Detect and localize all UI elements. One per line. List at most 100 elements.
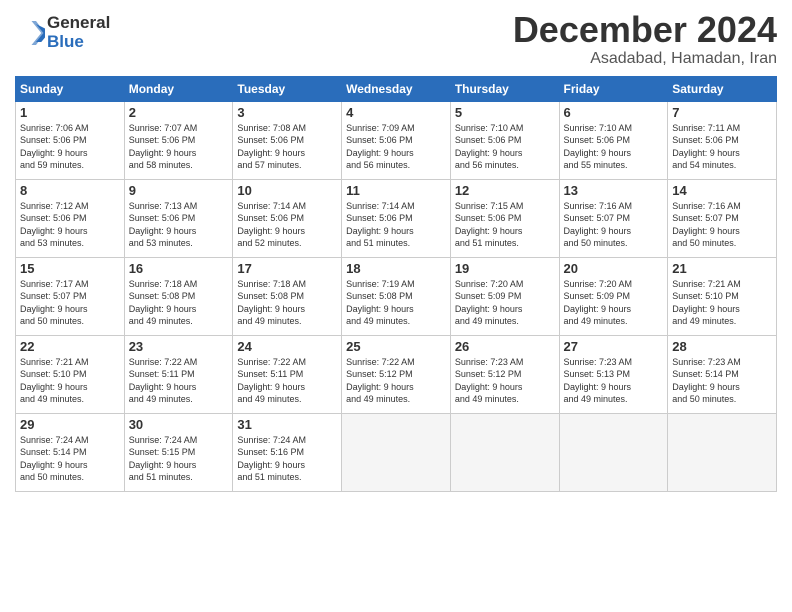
col-tuesday: Tuesday [233,76,342,101]
day-info: Sunrise: 7:24 AM Sunset: 5:14 PM Dayligh… [20,434,120,484]
calendar-cell: 30 Sunrise: 7:24 AM Sunset: 5:15 PM Dayl… [124,413,233,491]
calendar-table: Sunday Monday Tuesday Wednesday Thursday… [15,76,777,492]
calendar-cell: 27 Sunrise: 7:23 AM Sunset: 5:13 PM Dayl… [559,335,668,413]
location: Asadabad, Hamadan, Iran [513,50,777,68]
col-friday: Friday [559,76,668,101]
day-info: Sunrise: 7:16 AM Sunset: 5:07 PM Dayligh… [672,200,772,250]
day-number: 16 [129,261,229,276]
day-info: Sunrise: 7:14 AM Sunset: 5:06 PM Dayligh… [346,200,446,250]
day-info: Sunrise: 7:22 AM Sunset: 5:12 PM Dayligh… [346,356,446,406]
day-number: 6 [564,105,664,120]
day-info: Sunrise: 7:20 AM Sunset: 5:09 PM Dayligh… [564,278,664,328]
day-number: 17 [237,261,337,276]
day-info: Sunrise: 7:22 AM Sunset: 5:11 PM Dayligh… [129,356,229,406]
calendar-cell: 24 Sunrise: 7:22 AM Sunset: 5:11 PM Dayl… [233,335,342,413]
calendar-cell: 20 Sunrise: 7:20 AM Sunset: 5:09 PM Dayl… [559,257,668,335]
day-info: Sunrise: 7:10 AM Sunset: 5:06 PM Dayligh… [564,122,664,172]
month-year: December 2024 [513,10,777,50]
calendar-cell: 23 Sunrise: 7:22 AM Sunset: 5:11 PM Dayl… [124,335,233,413]
calendar-cell: 14 Sunrise: 7:16 AM Sunset: 5:07 PM Dayl… [668,179,777,257]
logo-text-line2: Blue [47,33,110,52]
day-info: Sunrise: 7:16 AM Sunset: 5:07 PM Dayligh… [564,200,664,250]
day-info: Sunrise: 7:23 AM Sunset: 5:12 PM Dayligh… [455,356,555,406]
calendar-cell: 4 Sunrise: 7:09 AM Sunset: 5:06 PM Dayli… [342,101,451,179]
day-number: 24 [237,339,337,354]
calendar-cell: 5 Sunrise: 7:10 AM Sunset: 5:06 PM Dayli… [450,101,559,179]
day-number: 14 [672,183,772,198]
col-thursday: Thursday [450,76,559,101]
day-number: 21 [672,261,772,276]
day-number: 31 [237,417,337,432]
calendar-cell: 19 Sunrise: 7:20 AM Sunset: 5:09 PM Dayl… [450,257,559,335]
day-number: 12 [455,183,555,198]
calendar-week-4: 22 Sunrise: 7:21 AM Sunset: 5:10 PM Dayl… [16,335,777,413]
logo-icon [15,18,45,48]
day-number: 8 [20,183,120,198]
day-info: Sunrise: 7:07 AM Sunset: 5:06 PM Dayligh… [129,122,229,172]
day-number: 19 [455,261,555,276]
col-sunday: Sunday [16,76,125,101]
day-number: 11 [346,183,446,198]
day-info: Sunrise: 7:21 AM Sunset: 5:10 PM Dayligh… [20,356,120,406]
day-info: Sunrise: 7:11 AM Sunset: 5:06 PM Dayligh… [672,122,772,172]
day-info: Sunrise: 7:18 AM Sunset: 5:08 PM Dayligh… [237,278,337,328]
calendar-cell [450,413,559,491]
day-number: 10 [237,183,337,198]
calendar-cell: 25 Sunrise: 7:22 AM Sunset: 5:12 PM Dayl… [342,335,451,413]
calendar-cell: 28 Sunrise: 7:23 AM Sunset: 5:14 PM Dayl… [668,335,777,413]
calendar-cell: 9 Sunrise: 7:13 AM Sunset: 5:06 PM Dayli… [124,179,233,257]
day-info: Sunrise: 7:19 AM Sunset: 5:08 PM Dayligh… [346,278,446,328]
day-number: 7 [672,105,772,120]
calendar-cell: 13 Sunrise: 7:16 AM Sunset: 5:07 PM Dayl… [559,179,668,257]
day-info: Sunrise: 7:20 AM Sunset: 5:09 PM Dayligh… [455,278,555,328]
calendar-cell [668,413,777,491]
calendar-cell: 26 Sunrise: 7:23 AM Sunset: 5:12 PM Dayl… [450,335,559,413]
day-number: 13 [564,183,664,198]
calendar-cell: 8 Sunrise: 7:12 AM Sunset: 5:06 PM Dayli… [16,179,125,257]
header-row: Sunday Monday Tuesday Wednesday Thursday… [16,76,777,101]
day-info: Sunrise: 7:15 AM Sunset: 5:06 PM Dayligh… [455,200,555,250]
calendar-cell: 31 Sunrise: 7:24 AM Sunset: 5:16 PM Dayl… [233,413,342,491]
calendar-week-5: 29 Sunrise: 7:24 AM Sunset: 5:14 PM Dayl… [16,413,777,491]
calendar-week-3: 15 Sunrise: 7:17 AM Sunset: 5:07 PM Dayl… [16,257,777,335]
day-info: Sunrise: 7:24 AM Sunset: 5:15 PM Dayligh… [129,434,229,484]
calendar-cell: 15 Sunrise: 7:17 AM Sunset: 5:07 PM Dayl… [16,257,125,335]
day-number: 2 [129,105,229,120]
calendar-cell: 10 Sunrise: 7:14 AM Sunset: 5:06 PM Dayl… [233,179,342,257]
day-info: Sunrise: 7:24 AM Sunset: 5:16 PM Dayligh… [237,434,337,484]
day-number: 9 [129,183,229,198]
day-info: Sunrise: 7:12 AM Sunset: 5:06 PM Dayligh… [20,200,120,250]
day-info: Sunrise: 7:22 AM Sunset: 5:11 PM Dayligh… [237,356,337,406]
logo: General Blue [15,14,110,51]
calendar-cell: 22 Sunrise: 7:21 AM Sunset: 5:10 PM Dayl… [16,335,125,413]
day-number: 22 [20,339,120,354]
calendar-cell: 21 Sunrise: 7:21 AM Sunset: 5:10 PM Dayl… [668,257,777,335]
day-number: 20 [564,261,664,276]
day-number: 27 [564,339,664,354]
day-number: 26 [455,339,555,354]
day-info: Sunrise: 7:14 AM Sunset: 5:06 PM Dayligh… [237,200,337,250]
calendar-week-1: 1 Sunrise: 7:06 AM Sunset: 5:06 PM Dayli… [16,101,777,179]
day-number: 23 [129,339,229,354]
day-info: Sunrise: 7:08 AM Sunset: 5:06 PM Dayligh… [237,122,337,172]
calendar-cell: 29 Sunrise: 7:24 AM Sunset: 5:14 PM Dayl… [16,413,125,491]
day-number: 25 [346,339,446,354]
day-info: Sunrise: 7:09 AM Sunset: 5:06 PM Dayligh… [346,122,446,172]
calendar-cell: 11 Sunrise: 7:14 AM Sunset: 5:06 PM Dayl… [342,179,451,257]
col-saturday: Saturday [668,76,777,101]
day-number: 15 [20,261,120,276]
day-number: 18 [346,261,446,276]
page-container: General Blue December 2024 Asadabad, Ham… [0,0,792,502]
title-block: December 2024 Asadabad, Hamadan, Iran [513,10,777,68]
calendar-cell: 3 Sunrise: 7:08 AM Sunset: 5:06 PM Dayli… [233,101,342,179]
calendar-cell [559,413,668,491]
logo-text-line1: General [47,14,110,33]
calendar-cell: 2 Sunrise: 7:07 AM Sunset: 5:06 PM Dayli… [124,101,233,179]
day-info: Sunrise: 7:18 AM Sunset: 5:08 PM Dayligh… [129,278,229,328]
calendar-cell: 1 Sunrise: 7:06 AM Sunset: 5:06 PM Dayli… [16,101,125,179]
calendar-cell: 17 Sunrise: 7:18 AM Sunset: 5:08 PM Dayl… [233,257,342,335]
calendar-cell: 18 Sunrise: 7:19 AM Sunset: 5:08 PM Dayl… [342,257,451,335]
day-number: 4 [346,105,446,120]
day-info: Sunrise: 7:10 AM Sunset: 5:06 PM Dayligh… [455,122,555,172]
col-wednesday: Wednesday [342,76,451,101]
